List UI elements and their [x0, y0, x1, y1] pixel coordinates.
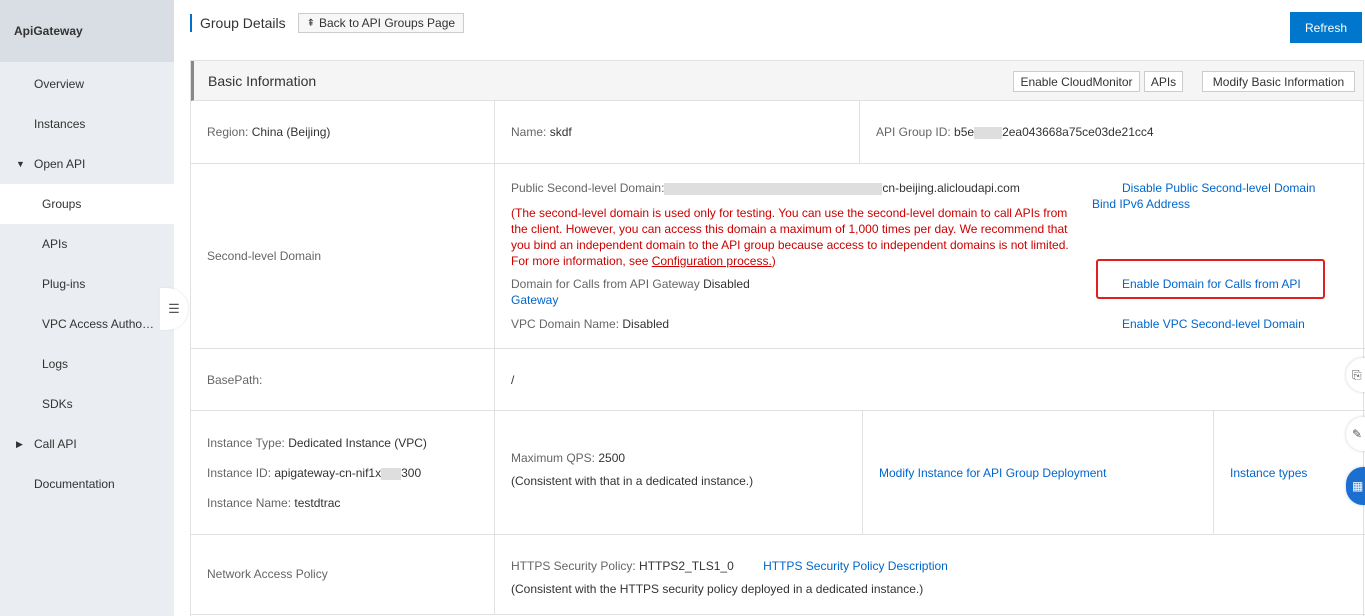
back-arrow-icon: ⇞ — [306, 17, 315, 29]
region-value: China (Beijing) — [251, 125, 331, 139]
instance-id-value-prefix: apigateway-cn-nif1x — [274, 466, 382, 480]
row-network-access: Network Access Policy HTTPS Security Pol… — [191, 535, 1365, 615]
instance-id-value-suffix: 300 — [401, 466, 422, 480]
redacted-text — [974, 126, 1003, 139]
vpc-domain-value: Disabled — [622, 317, 670, 331]
apis-button[interactable]: APIs — [1144, 71, 1183, 92]
calls-domain-value: Disabled — [703, 277, 750, 291]
warning-line: (The second-level domain is used only fo… — [511, 206, 1068, 220]
configuration-process-link[interactable]: Configuration process. — [652, 254, 772, 268]
sidebar-item-logs[interactable]: Logs — [0, 344, 174, 384]
sidebar-item-groups[interactable]: Groups — [0, 184, 174, 224]
max-qps-value: 2500 — [598, 451, 626, 465]
caret-down-icon: ▼ — [16, 159, 25, 169]
sidebar-item-sdks[interactable]: SDKs — [0, 384, 174, 424]
name-value: skdf — [549, 125, 572, 139]
warning-line: For more information, see Configuration … — [511, 254, 776, 268]
refresh-button[interactable]: Refresh — [1290, 12, 1362, 43]
sidebar-item-overview[interactable]: Overview — [0, 64, 174, 104]
group-id-value-mid: 2ea043668a75ce03de21cc4 — [1002, 125, 1154, 139]
calls-domain-label: Domain for Calls from API Gateway — [511, 277, 700, 291]
max-qps-label: Maximum QPS: — [511, 451, 596, 465]
sidebar-item-call-api[interactable]: ▶ Call API — [0, 424, 174, 464]
back-button-label: Back to API Groups Page — [318, 16, 456, 30]
redacted-text — [381, 467, 402, 480]
https-policy-value: HTTPS2_TLS1_0 — [639, 559, 734, 573]
sidebar-item-vpc-access[interactable]: VPC Access Autho… — [0, 304, 174, 344]
disable-public-domain-link[interactable]: Disable Public Second-level Domain — [1122, 181, 1315, 195]
region-label: Region: — [207, 125, 249, 139]
collapse-sidebar-icon[interactable]: ☰ — [160, 288, 188, 330]
sidebar-title: ApiGateway — [0, 0, 174, 62]
basic-information-card: Basic Information Enable CloudMonitor AP… — [190, 60, 1365, 616]
modify-basic-info-button[interactable]: Modify Basic Information — [1202, 71, 1355, 92]
vpc-domain-label: VPC Domain Name: — [511, 317, 620, 331]
warning-line: you bind an independent domain to the AP… — [511, 238, 1069, 252]
instance-id-label: Instance ID: — [207, 466, 272, 480]
sidebar-item-documentation[interactable]: Documentation — [0, 464, 174, 504]
warning-line: the client. However, you can access this… — [511, 222, 1068, 236]
qps-note: (Consistent with that in a dedicated ins… — [511, 474, 754, 488]
public-domain-suffix: cn-beijing.alicloudapi.com — [882, 181, 1020, 195]
instance-types-link[interactable]: Instance types — [1230, 466, 1307, 480]
group-id-value-prefix: b5e — [954, 125, 975, 139]
row-second-level-domain: Second-level Domain Public Second-level … — [191, 164, 1365, 349]
public-domain-label: Public Second-level Domain: — [511, 181, 665, 195]
instance-type-label: Instance Type: — [207, 436, 285, 450]
basepath-label: BasePath: — [207, 373, 263, 387]
sidebar: ApiGateway Overview Instances ▼ Open API… — [0, 0, 174, 616]
https-policy-description-link[interactable]: HTTPS Security Policy Description — [763, 559, 948, 573]
instance-type-value: Dedicated Instance (VPC) — [288, 436, 427, 450]
enable-cloudmonitor-button[interactable]: Enable CloudMonitor — [1013, 71, 1140, 92]
basepath-value: / — [511, 373, 515, 387]
redacted-text — [664, 182, 883, 195]
domain-warning: (The second-level domain is used only fo… — [511, 205, 1069, 269]
enable-vpc-domain-link[interactable]: Enable VPC Second-level Domain — [1122, 317, 1305, 331]
sidebar-item-label: Call API — [34, 437, 77, 451]
sidebar-item-apis[interactable]: APIs — [0, 224, 174, 264]
row-basepath: BasePath: / — [191, 349, 1365, 411]
https-policy-note: (Consistent with the HTTPS security poli… — [511, 582, 924, 596]
back-button[interactable]: ⇞ Back to API Groups Page — [297, 13, 465, 33]
instance-name-label: Instance Name: — [207, 496, 292, 510]
instance-name-value: testdtrac — [294, 496, 341, 510]
name-label: Name: — [511, 125, 547, 139]
gateway-link[interactable]: Gateway — [511, 293, 558, 307]
row-instance: Instance Type: Dedicated Instance (VPC) … — [191, 411, 1365, 535]
row-basic: Region: China (Beijing) Name: skdf API G… — [191, 101, 1365, 164]
page-header: Group Details ⇞ Back to API Groups Page — [190, 12, 465, 34]
sidebar-item-open-api[interactable]: ▼ Open API — [0, 144, 174, 184]
sidebar-item-instances[interactable]: Instances — [0, 104, 174, 144]
network-access-label: Network Access Policy — [207, 567, 328, 581]
second-level-domain-label: Second-level Domain — [207, 249, 322, 263]
caret-right-icon: ▶ — [16, 438, 23, 449]
page-title: Group Details — [190, 14, 286, 32]
https-policy-label: HTTPS Security Policy: — [511, 559, 636, 573]
card-header: Basic Information Enable CloudMonitor AP… — [191, 61, 1363, 101]
bind-ipv6-link[interactable]: Bind IPv6 Address — [1092, 197, 1190, 211]
enable-calls-domain-link[interactable]: Enable Domain for Calls from API — [1122, 277, 1301, 291]
card-title: Basic Information — [208, 72, 317, 89]
sidebar-item-plugins[interactable]: Plug-ins — [0, 264, 174, 304]
group-id-label: API Group ID: — [876, 125, 951, 139]
sidebar-item-label: Open API — [34, 157, 86, 171]
modify-instance-link[interactable]: Modify Instance for API Group Deployment — [879, 466, 1106, 480]
